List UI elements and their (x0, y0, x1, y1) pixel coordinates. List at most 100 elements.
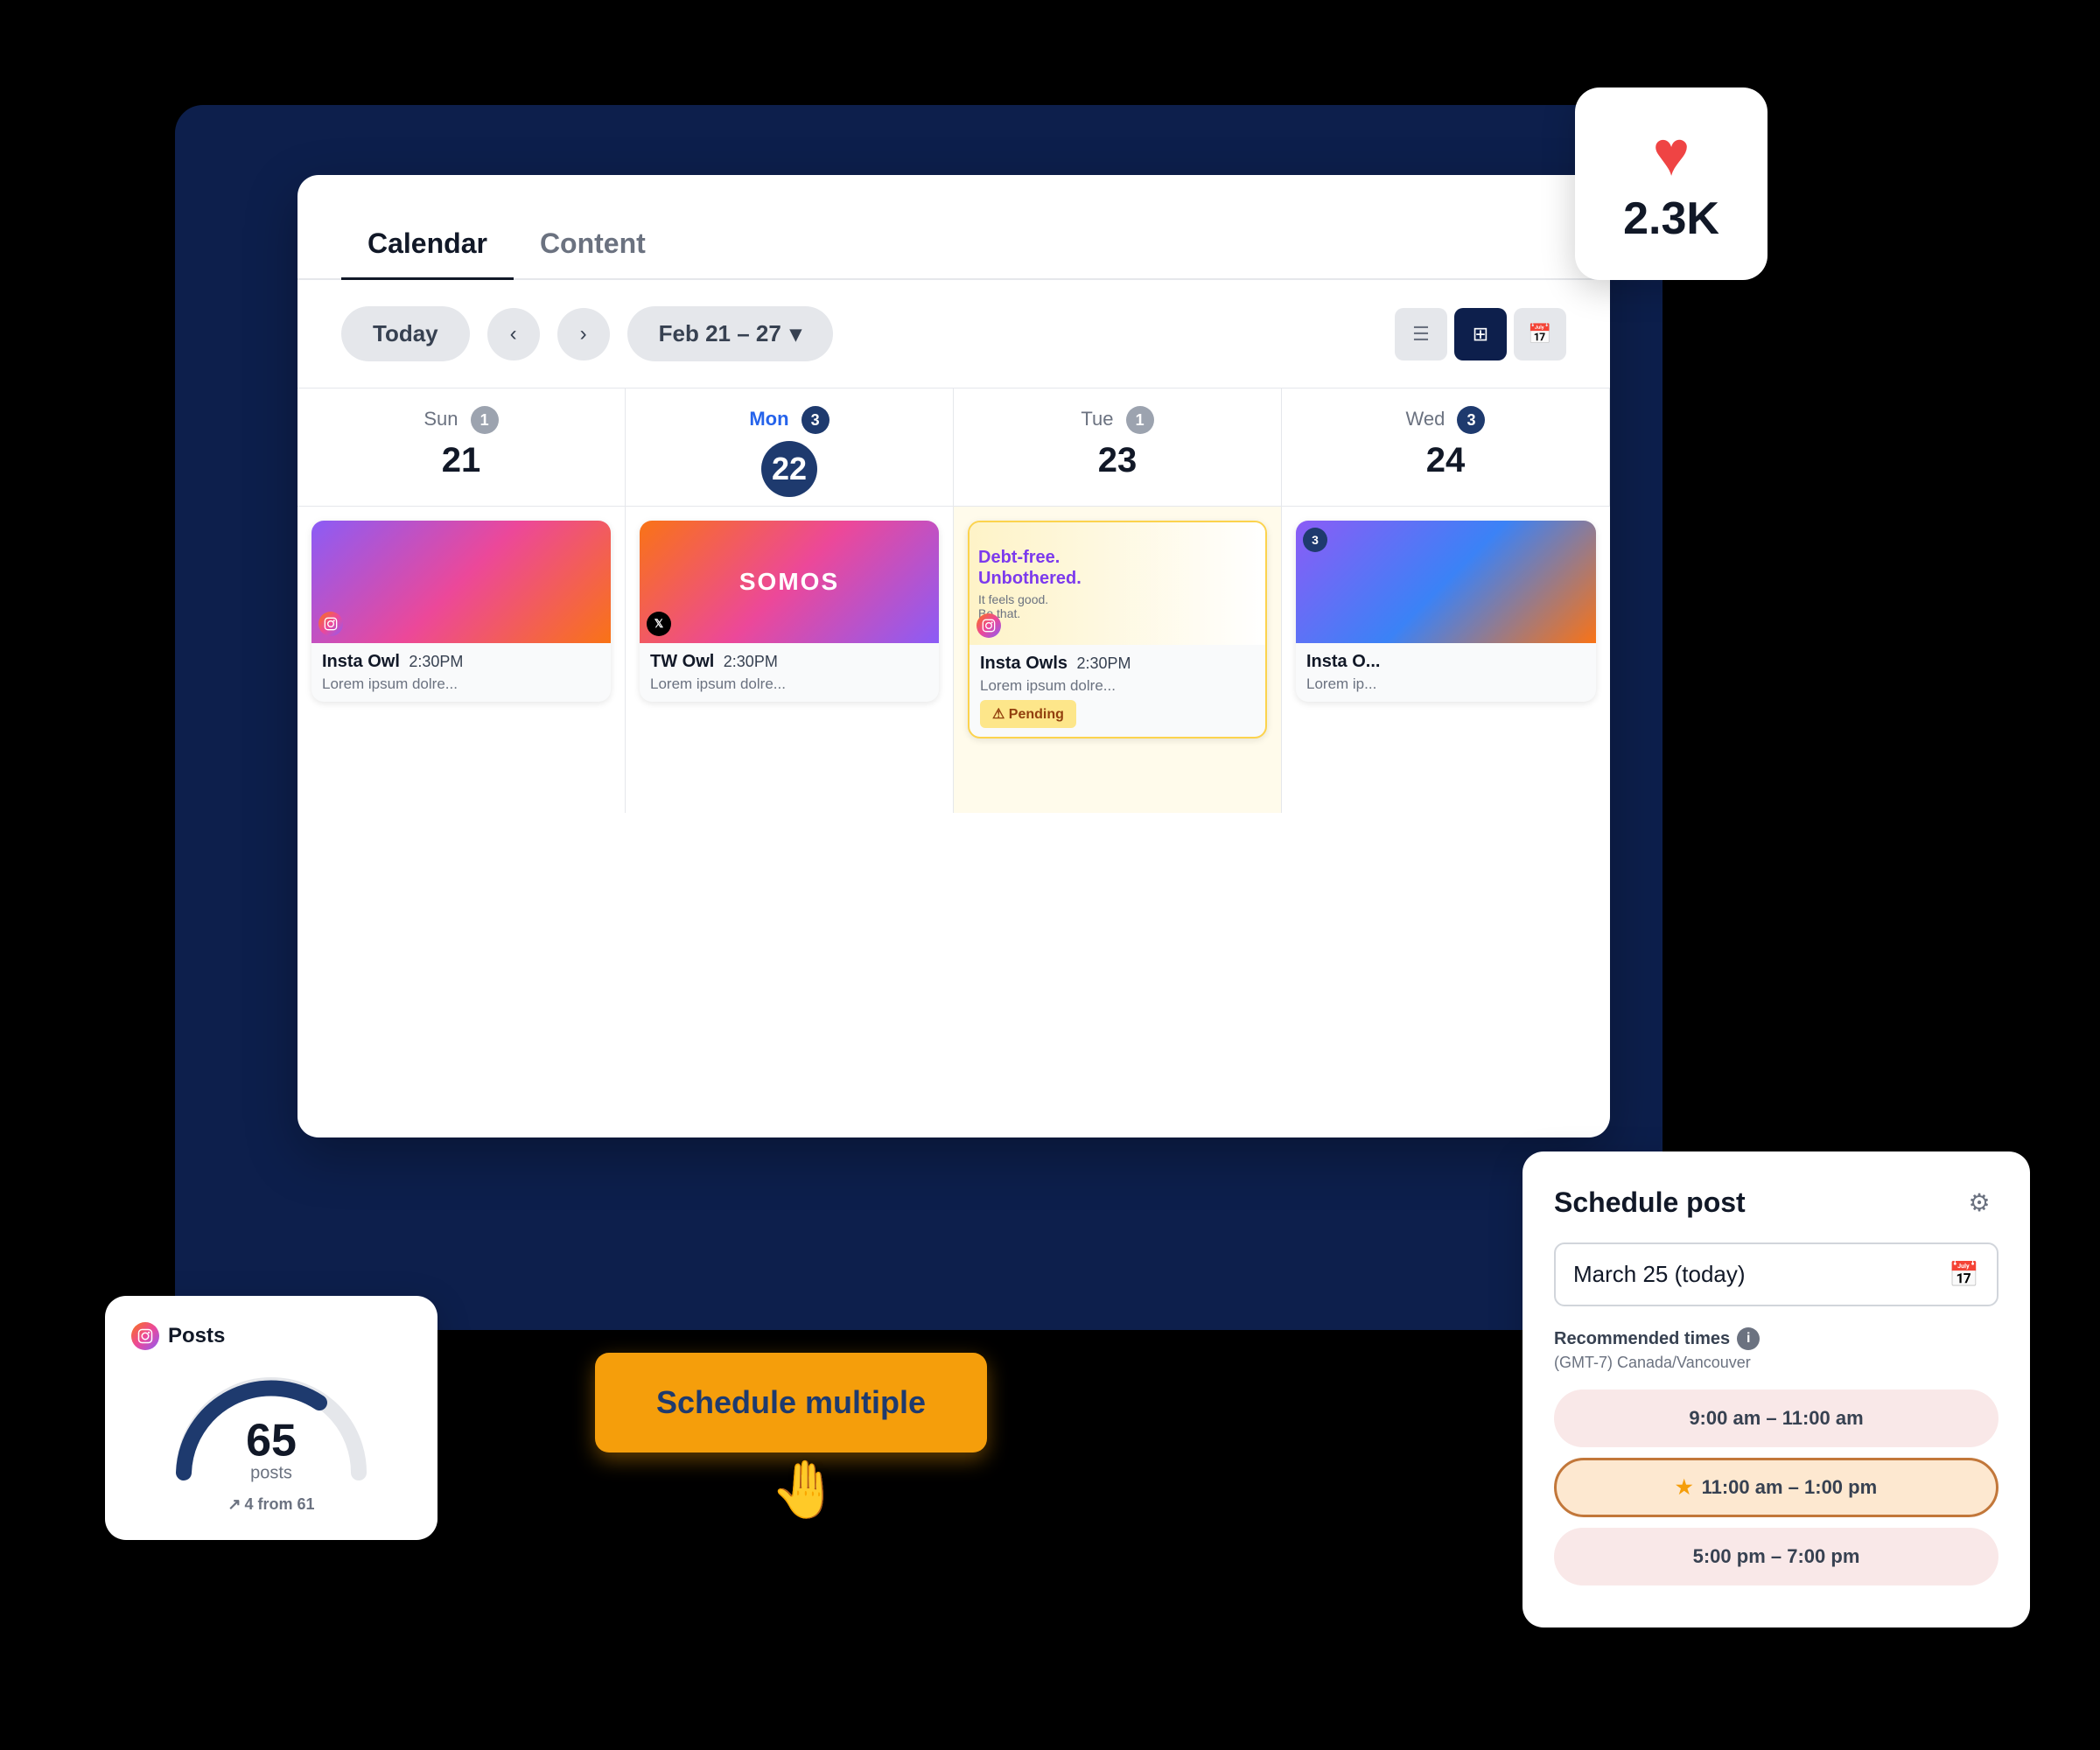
instagram-badge (131, 1322, 159, 1350)
recommended-text: Recommended times (1554, 1329, 1730, 1349)
heart-count: 2.3K (1623, 192, 1719, 245)
posts-widget: Posts 65 posts ↗ 4 from 61 (105, 1296, 438, 1540)
gauge-number: 65 (246, 1418, 297, 1464)
day-name-mon: Mon 3 (634, 406, 944, 434)
posts-label: Posts (168, 1324, 225, 1348)
day-badge-sun: 1 (471, 406, 499, 434)
tab-calendar[interactable]: Calendar (341, 210, 514, 280)
time-slot-1[interactable]: 9:00 am – 11:00 am (1554, 1390, 1998, 1447)
post-gradient-wed (1296, 521, 1596, 643)
post-title-tue: Insta Owls 2:30PM (980, 654, 1255, 674)
post-title-wed: Insta O... (1306, 652, 1586, 672)
day-num-tue: 23 (962, 441, 1272, 480)
post-image-tue: Debt-free.Unbothered. It feels good.Be t… (970, 522, 1265, 645)
day-header-mon: Mon 3 22 (626, 388, 954, 507)
day-num-mon: 22 (634, 441, 944, 497)
posts-from-text: 4 from 61 (245, 1495, 315, 1514)
schedule-multiple-button[interactable]: Schedule multiple (595, 1353, 987, 1452)
day-cell-tue: Debt-free.Unbothered. It feels good.Be t… (954, 507, 1282, 813)
post-image-sun (312, 521, 611, 643)
trend-icon: ↗ (228, 1495, 241, 1514)
post-title-mon: TW Owl 2:30PM (650, 652, 928, 672)
info-icon: i (1737, 1327, 1760, 1350)
star-icon: ★ (1676, 1476, 1693, 1499)
timezone-label: (GMT-7) Canada/Vancouver (1554, 1354, 1998, 1372)
today-button[interactable]: Today (341, 306, 470, 361)
list-icon: ☰ (1412, 323, 1430, 346)
day-header-sun: Sun 1 21 (298, 388, 626, 507)
post-info-wed: Insta O... Lorem ip... (1296, 643, 1596, 702)
instagram-icon-sun (318, 612, 343, 636)
post-image-wed: 3 (1296, 521, 1596, 643)
calendar-view-button[interactable]: 📅 (1514, 308, 1566, 360)
day-header-wed: Wed 3 24 (1282, 388, 1610, 507)
posts-widget-title: Posts (131, 1322, 411, 1350)
day-header-tue: Tue 1 23 (954, 388, 1282, 507)
day-badge-tue: 1 (1126, 406, 1154, 434)
toolbar: Today ‹ › Feb 21 – 27 ▾ ☰ ⊞ 📅 (298, 280, 1610, 388)
wed-count-badge: 3 (1303, 528, 1327, 552)
instagram-icon-tue (976, 613, 1001, 638)
day-badge-mon: 3 (802, 406, 830, 434)
post-info-sun: Insta Owl 2:30PM Lorem ipsum dolre... (312, 643, 611, 702)
post-debt-tue: Debt-free.Unbothered. It feels good.Be t… (970, 522, 1265, 645)
date-range-button[interactable]: Feb 21 – 27 ▾ (627, 306, 833, 361)
schedule-panel-title: Schedule post (1554, 1186, 1746, 1219)
grid-icon: ⊞ (1473, 323, 1488, 346)
time-slot-3[interactable]: 5:00 pm – 7:00 pm (1554, 1528, 1998, 1586)
day-badge-wed: 3 (1457, 406, 1485, 434)
schedule-post-panel: Schedule post ⚙ March 25 (today) 📅 Recom… (1522, 1152, 2030, 1628)
gauge-center: 65 posts (246, 1418, 297, 1484)
gauge-label: posts (246, 1464, 297, 1484)
heart-icon: ♥ (1653, 122, 1690, 186)
list-view-button[interactable]: ☰ (1395, 308, 1447, 360)
gauge-container: 65 posts (166, 1368, 376, 1481)
posts-from: ↗ 4 from 61 (131, 1495, 411, 1514)
post-desc-wed: Lorem ip... (1306, 676, 1586, 693)
post-info-tue: Insta Owls 2:30PM Lorem ipsum dolre... ⚠… (970, 645, 1265, 737)
time-slot-2[interactable]: ★ 11:00 am – 1:00 pm (1554, 1458, 1998, 1517)
calendar-picker-icon: 📅 (1949, 1260, 1979, 1289)
post-desc-sun: Lorem ipsum dolre... (322, 676, 600, 693)
day-cell-wed: 3 Insta O... Lorem ip... (1282, 507, 1610, 813)
date-input-text: March 25 (today) (1573, 1261, 1746, 1288)
post-desc-tue: Lorem ipsum dolre... (980, 677, 1255, 695)
tab-bar: Calendar Content (298, 175, 1610, 280)
day-name-sun: Sun 1 (306, 406, 616, 434)
somos-text-mon: SOMOS (739, 568, 839, 596)
post-card-wed[interactable]: 3 Insta O... Lorem ip... (1296, 521, 1596, 702)
chevron-down-icon: ▾ (790, 320, 802, 347)
prev-button[interactable]: ‹ (487, 308, 540, 360)
post-card-tue[interactable]: Debt-free.Unbothered. It feels good.Be t… (968, 521, 1267, 738)
post-card-mon[interactable]: SOMOS 𝕏 TW Owl 2:30PM Lorem ipsum dolre.… (640, 521, 939, 702)
time-slot-1-label: 9:00 am – 11:00 am (1689, 1407, 1863, 1429)
date-input-row[interactable]: March 25 (today) 📅 (1554, 1242, 1998, 1306)
next-button[interactable]: › (557, 308, 610, 360)
grid-view-button[interactable]: ⊞ (1454, 308, 1507, 360)
date-range-label: Feb 21 – 27 (659, 320, 781, 347)
post-title-sun: Insta Owl 2:30PM (322, 652, 600, 672)
post-gradient-sun (312, 521, 611, 643)
twitter-icon-mon: 𝕏 (647, 612, 671, 636)
day-cell-sun: Insta Owl 2:30PM Lorem ipsum dolre... (298, 507, 626, 813)
main-calendar-card: Calendar Content Today ‹ › Feb 21 – 27 ▾… (298, 175, 1610, 1138)
day-name-wed: Wed 3 (1291, 406, 1600, 434)
day-num-sun: 21 (306, 441, 616, 480)
time-slot-2-label: 11:00 am – 1:00 pm (1702, 1476, 1878, 1499)
cursor-icon: 🤚 (770, 1457, 840, 1522)
day-cell-mon: SOMOS 𝕏 TW Owl 2:30PM Lorem ipsum dolre.… (626, 507, 954, 813)
post-card-sun[interactable]: Insta Owl 2:30PM Lorem ipsum dolre... (312, 521, 611, 702)
post-desc-mon: Lorem ipsum dolre... (650, 676, 928, 693)
pending-badge: ⚠ Pending (980, 700, 1076, 728)
gear-icon: ⚙ (1968, 1188, 1990, 1217)
gear-button[interactable]: ⚙ (1960, 1183, 1998, 1222)
post-gradient-mon: SOMOS (640, 521, 939, 643)
tab-content[interactable]: Content (514, 210, 672, 280)
calendar-grid: Sun 1 21 Mon 3 22 Tue 1 23 Wed 3 24 (298, 388, 1610, 813)
debt-free-heading: Debt-free.Unbothered. (978, 547, 1082, 589)
heart-stats-card: ♥ 2.3K (1575, 88, 1768, 280)
post-info-mon: TW Owl 2:30PM Lorem ipsum dolre... (640, 643, 939, 702)
schedule-panel-header: Schedule post ⚙ (1554, 1183, 1998, 1222)
day-name-tue: Tue 1 (962, 406, 1272, 434)
day-num-wed: 24 (1291, 441, 1600, 480)
